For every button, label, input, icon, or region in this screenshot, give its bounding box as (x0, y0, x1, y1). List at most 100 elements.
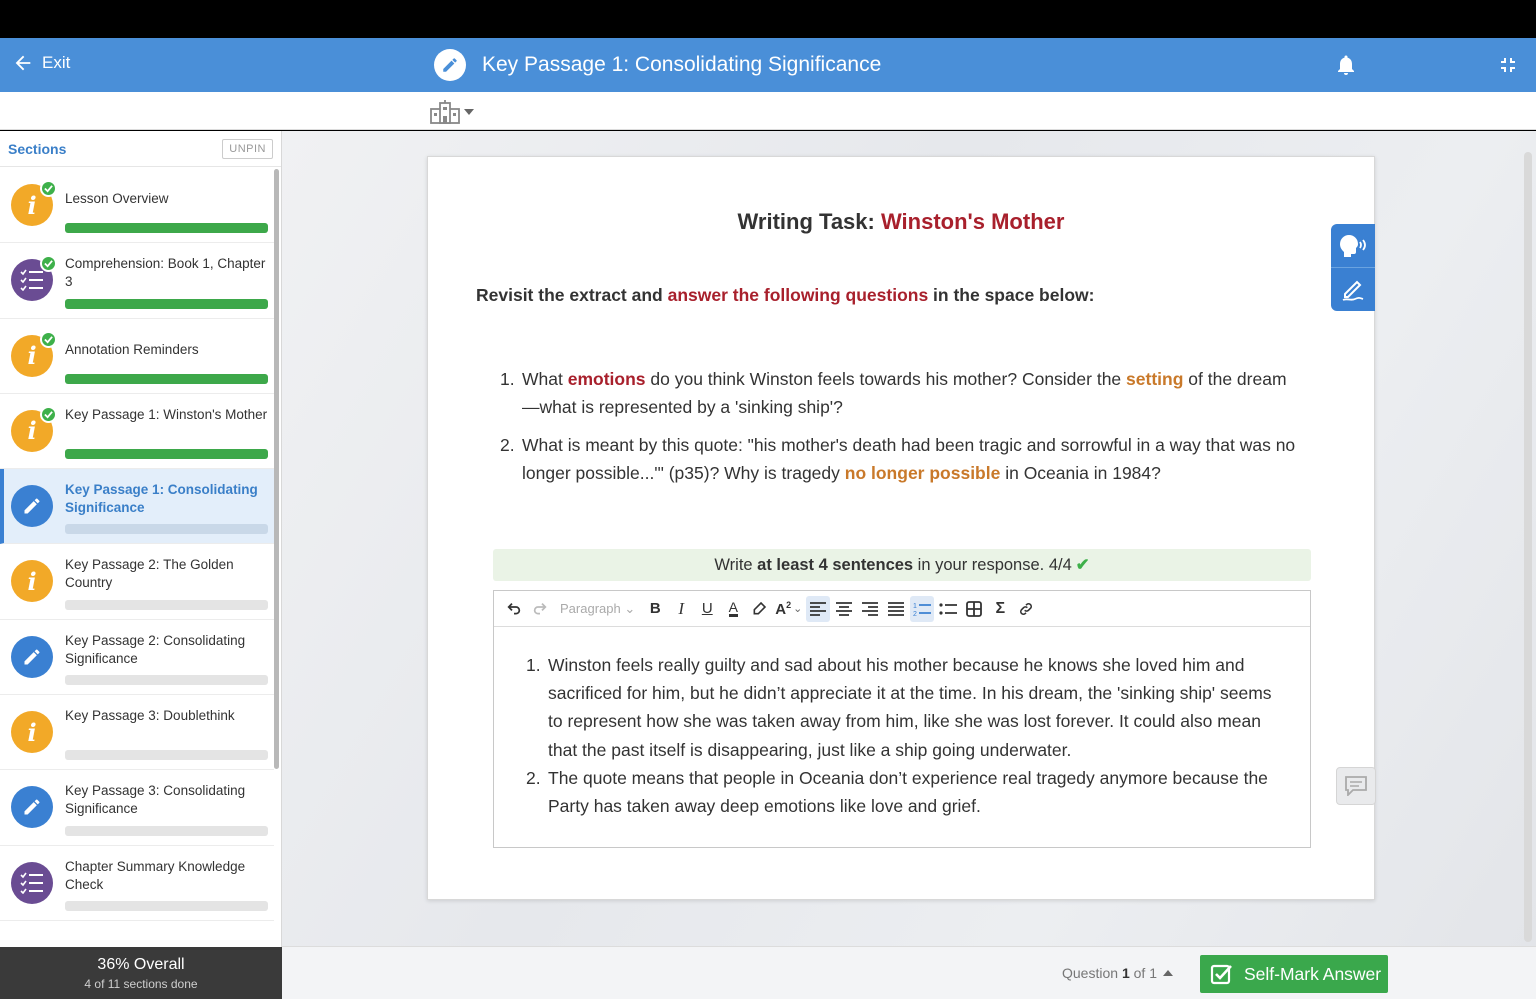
table-icon (966, 600, 983, 617)
question-number: 2. (500, 435, 515, 455)
section-label: Key Passage 1: Winston's Mother (65, 406, 268, 422)
bell-icon[interactable] (1334, 52, 1358, 78)
question-item: 1. What emotions do you think Winston fe… (500, 365, 1300, 421)
bullet-list-button[interactable] (936, 596, 960, 622)
undo-button[interactable] (502, 596, 526, 622)
question-text-part: What (522, 369, 568, 389)
annotate-button[interactable] (1331, 267, 1375, 310)
checkbox-checked-icon (1210, 964, 1232, 985)
sidebar-section-item[interactable]: Comprehension: Book 1, Chapter 3 (0, 243, 274, 319)
question-navigator[interactable]: Question 1 of 1 (1062, 965, 1173, 981)
bullet-list-icon (939, 602, 958, 615)
comment-button[interactable] (1336, 767, 1376, 805)
question-number: 1. (500, 369, 515, 389)
arrow-left-icon (15, 55, 31, 71)
chevron-down-icon: ⌄ (793, 603, 803, 615)
question-list: 1. What emotions do you think Winston fe… (500, 365, 1300, 497)
top-bar: Exit Key Passage 1: Consolidating Signif… (0, 38, 1536, 92)
numbered-list-button[interactable]: 12 (910, 595, 935, 622)
secondary-toolbar (0, 92, 1536, 130)
checklist-icon (11, 861, 53, 904)
instruction-highlight: answer the following questions (667, 285, 929, 305)
insert-link-button[interactable] (1014, 596, 1038, 622)
numbered-list-icon: 12 (913, 603, 932, 617)
undo-icon (507, 602, 521, 615)
highlight-button[interactable] (747, 596, 771, 622)
sidebar-section-item[interactable]: i Key Passage 3: Doublethink (0, 695, 274, 771)
italic-button[interactable]: I (669, 596, 693, 622)
pencil-icon (11, 485, 53, 528)
editor-content[interactable]: 1. Winston feels really guilty and sad a… (494, 627, 1310, 820)
section-label: Key Passage 3: Consolidating Significanc… (65, 783, 246, 817)
sidebar-section-item[interactable]: i Annotation Reminders (0, 319, 274, 394)
keyword-emotions: emotions (567, 369, 646, 389)
align-right-button[interactable] (858, 596, 882, 622)
caret-up-icon (1162, 970, 1173, 976)
question-text: What emotions do you think Winston feels… (522, 365, 1300, 421)
exit-fullscreen-icon[interactable] (1496, 53, 1520, 77)
exit-button[interactable]: Exit (12, 52, 70, 74)
insert-equation-button[interactable]: Σ (988, 596, 1012, 622)
bold-button[interactable]: B (643, 596, 667, 622)
underline-button[interactable]: U (695, 596, 719, 622)
section-label: Key Passage 2: The Golden Country (65, 557, 234, 591)
sidebar-section-item[interactable]: Chapter Summary Knowledge Check (0, 846, 274, 921)
check-icon: ✔ (1075, 556, 1090, 574)
sidebar-section-item[interactable]: Key Passage 1: Consolidating Significanc… (0, 469, 274, 545)
task-title-highlight: Winston's Mother (880, 209, 1065, 234)
sidebar-section-item[interactable]: i Key Passage 2: The Golden Country (0, 544, 274, 620)
question-item: 2. What is meant by this quote: "his mot… (500, 431, 1300, 487)
superscript-button[interactable]: A2 ⌄ (773, 596, 804, 622)
pencil-icon (11, 786, 53, 829)
editor-toolbar: Paragraph ⌄ B I U A A2 ⌄ 12 Σ (494, 591, 1310, 627)
sidebar-section-item[interactable]: Key Passage 2: Consolidating Significanc… (0, 620, 274, 696)
question-text-part: do you think Winston feels towards his m… (645, 369, 1127, 389)
align-right-icon (862, 601, 879, 616)
question-suffix: of 1 (1129, 965, 1157, 981)
align-left-icon (810, 601, 827, 616)
pencil-icon (11, 635, 53, 678)
paragraph-style-select[interactable]: Paragraph ⌄ (554, 596, 641, 622)
align-center-button[interactable] (832, 596, 856, 622)
unpin-button[interactable]: UNPIN (222, 138, 273, 159)
main-scrollbar[interactable] (1524, 152, 1532, 942)
question-prefix: Question (1062, 965, 1122, 981)
align-center-icon (836, 601, 853, 616)
align-left-button[interactable] (806, 595, 831, 622)
align-justify-icon (888, 601, 905, 616)
superscript-icon: A2 (775, 599, 792, 618)
lesson-title: Key Passage 1: Consolidating Significanc… (434, 49, 881, 81)
insert-table-button[interactable] (962, 596, 986, 622)
sidebar-section-item[interactable]: i Lesson Overview (0, 168, 274, 244)
section-label: Chapter Summary Knowledge Check (65, 858, 246, 892)
footer-bar: Question 1 of 1 Self-Mark Answer (282, 946, 1536, 999)
overall-percent: 36% Overall (97, 956, 185, 973)
question-card: Writing Task: Winston's Mother Revisit t… (427, 156, 1375, 900)
section-progress-bar (65, 524, 268, 535)
sidebar-scrollbar[interactable] (274, 169, 279, 769)
check-icon (40, 180, 57, 197)
sections-sidebar: Sections UNPIN i Lesson Overview Comprehen… (0, 131, 282, 999)
self-mark-answer-button[interactable]: Self-Mark Answer (1200, 955, 1388, 993)
pencil-icon (434, 49, 466, 81)
section-progress-bar (65, 675, 268, 686)
sidebar-section-item[interactable]: Key Passage 3: Consolidating Significanc… (0, 770, 274, 846)
sidebar-section-item[interactable]: i Key Passage 1: Winston's Mother (0, 394, 274, 470)
sigma-icon: Σ (995, 599, 1006, 617)
text-to-speech-button[interactable] (1331, 224, 1375, 267)
question-counter: Question 1 of 1 (1062, 965, 1157, 981)
section-progress-bar (65, 373, 268, 384)
answer-number: 2. (526, 767, 541, 788)
side-tools (1331, 224, 1375, 311)
school-menu-button[interactable] (430, 100, 474, 124)
justify-button[interactable] (884, 596, 908, 622)
font-color-button[interactable]: A (721, 596, 745, 622)
redo-icon (533, 602, 547, 615)
caret-down-icon (464, 109, 474, 115)
keyword-no-longer-possible: no longer possible (844, 463, 1001, 483)
answer-item: 1. Winston feels really guilty and sad a… (526, 651, 1290, 764)
keyword-setting: setting (1126, 369, 1184, 389)
section-label: Annotation Reminders (65, 341, 199, 357)
font-color-icon: A (728, 599, 738, 617)
redo-button[interactable] (528, 596, 552, 622)
